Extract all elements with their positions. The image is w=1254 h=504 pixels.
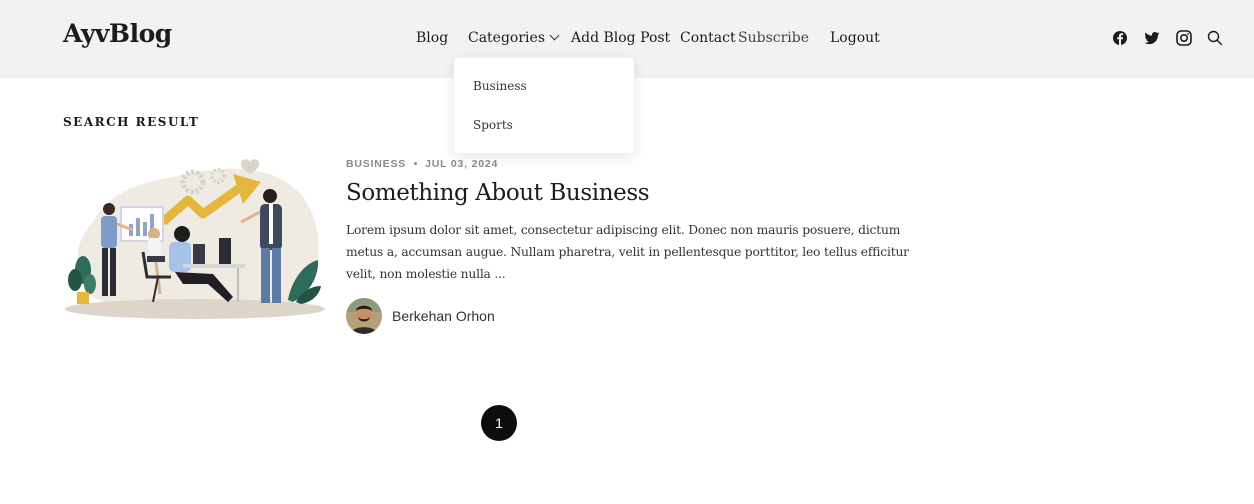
dropdown-item-business[interactable]: Business xyxy=(473,79,527,93)
post-excerpt: Lorem ipsum dolor sit amet, consectetur … xyxy=(346,223,909,281)
nav-categories-label: Categories xyxy=(468,30,545,46)
separator-dot xyxy=(414,162,418,165)
instagram-icon[interactable] xyxy=(1175,29,1193,47)
post-category[interactable]: BUSINESS xyxy=(346,158,406,170)
nav-blog[interactable]: Blog xyxy=(416,30,448,46)
post-title[interactable]: Something About Business xyxy=(346,180,650,206)
site-logo[interactable]: AyvBlog xyxy=(63,19,172,48)
chevron-down-icon xyxy=(549,30,560,41)
pagination-page-1[interactable]: 1 xyxy=(481,405,517,441)
search-icon[interactable] xyxy=(1206,29,1224,47)
author-avatar[interactable] xyxy=(346,298,382,334)
post-meta: BUSINESS JUL 03, 2024 xyxy=(346,158,498,170)
post-date: JUL 03, 2024 xyxy=(425,158,499,170)
nav-contact[interactable]: Contact xyxy=(680,30,736,46)
nav-logout[interactable]: Logout xyxy=(830,30,880,46)
dropdown-item-sports[interactable]: Sports xyxy=(473,118,513,132)
post-thumbnail[interactable] xyxy=(63,152,325,322)
nav-subscribe[interactable]: Subscribe xyxy=(738,30,809,46)
nav-categories[interactable]: Categories xyxy=(468,30,560,46)
facebook-icon[interactable] xyxy=(1111,29,1129,47)
categories-dropdown: Business Sports xyxy=(454,58,634,153)
section-title: SEARCH RESULT xyxy=(63,115,200,129)
twitter-icon[interactable] xyxy=(1143,29,1161,47)
nav-add-blog-post[interactable]: Add Blog Post xyxy=(571,30,670,46)
author-name[interactable]: Berkehan Orhon xyxy=(392,308,495,324)
